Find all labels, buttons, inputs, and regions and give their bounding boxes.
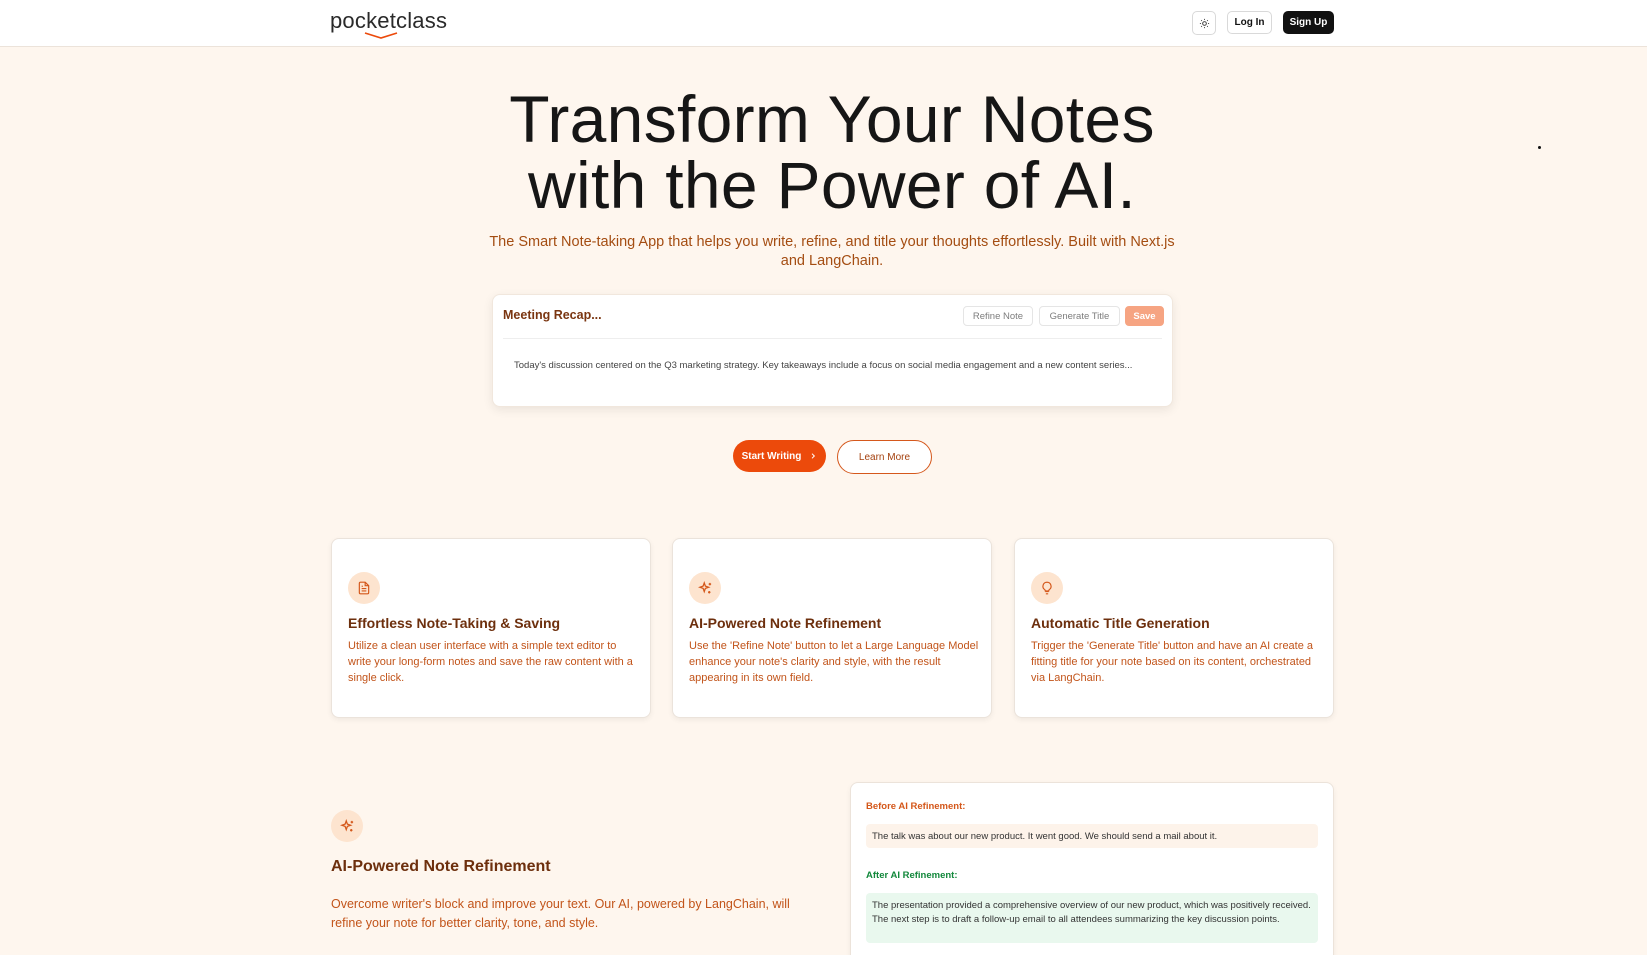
- hero-title-line1: Transform Your Notes: [509, 82, 1155, 156]
- start-writing-label: Start Writing: [741, 450, 802, 462]
- note-title[interactable]: Meeting Recap...: [503, 308, 602, 322]
- refinement-section-description: Overcome writer's block and improve your…: [331, 897, 790, 930]
- feature-description: Use the 'Refine Note' button to let a La…: [689, 640, 979, 684]
- signup-button[interactable]: Sign Up: [1283, 11, 1334, 34]
- document-icon: [348, 572, 380, 604]
- note-preview-card: Meeting Recap... Refine Note Generate Ti…: [492, 294, 1173, 407]
- refinement-comparison-card: Before AI Refinement: The talk was about…: [850, 782, 1334, 955]
- hero-title: Transform Your Notes with the Power of A…: [380, 86, 1284, 218]
- refinement-section-title: AI-Powered Note Refinement: [331, 858, 551, 875]
- after-label: After AI Refinement:: [866, 870, 958, 881]
- hero-subtitle: The Smart Note-taking App that helps you…: [489, 234, 1175, 269]
- note-body[interactable]: Today's discussion centered on the Q3 ma…: [514, 360, 1134, 373]
- logo-smile-icon: [364, 32, 398, 39]
- top-navbar: pocketclass Log In Sign Up: [0, 0, 1647, 47]
- save-button[interactable]: Save: [1125, 306, 1164, 326]
- generate-title-button[interactable]: Generate Title: [1039, 306, 1120, 326]
- feature-card-note-taking: Effortless Note-Taking & Saving Utilize …: [331, 538, 651, 718]
- hero-title-line2: with the Power of AI.: [528, 148, 1136, 222]
- feature-description: Trigger the 'Generate Title' button and …: [1031, 640, 1314, 684]
- feature-description: Utilize a clean user interface with a si…: [348, 640, 633, 684]
- start-writing-button[interactable]: Start Writing: [733, 440, 826, 472]
- note-divider: [503, 338, 1162, 339]
- after-text: The presentation provided a comprehensiv…: [866, 893, 1318, 943]
- learn-more-button[interactable]: Learn More: [837, 440, 932, 474]
- feature-title: Effortless Note-Taking & Saving: [348, 615, 561, 631]
- cursor-dot: [1538, 146, 1541, 149]
- before-label: Before AI Refinement:: [866, 801, 966, 812]
- feature-title: AI-Powered Note Refinement: [689, 615, 882, 631]
- login-button[interactable]: Log In: [1227, 11, 1272, 34]
- feature-title: Automatic Title Generation: [1031, 615, 1210, 631]
- logo[interactable]: pocketclass: [330, 8, 448, 39]
- refine-note-button[interactable]: Refine Note: [963, 306, 1033, 326]
- lightbulb-icon: [1031, 572, 1063, 604]
- theme-toggle-button[interactable]: [1192, 11, 1216, 35]
- feature-card-refinement: AI-Powered Note Refinement Use the 'Refi…: [672, 538, 992, 718]
- sparkles-icon: [331, 810, 363, 842]
- sparkles-icon: [689, 572, 721, 604]
- sun-icon: [1199, 18, 1209, 28]
- chevron-right-icon: [812, 453, 816, 459]
- feature-card-title-generation: Automatic Title Generation Trigger the '…: [1014, 538, 1334, 718]
- before-text: The talk was about our new product. It w…: [866, 824, 1318, 848]
- logo-text: pocketclass: [330, 8, 448, 33]
